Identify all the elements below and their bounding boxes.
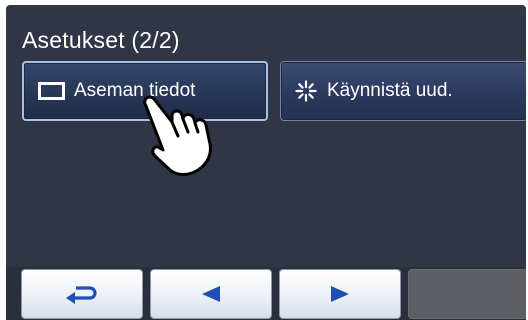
pointing-hand-icon <box>143 95 212 176</box>
rectangle-outline-icon <box>38 82 65 100</box>
disabled-nav-button <box>408 269 526 319</box>
restart-button[interactable]: Käynnistä uud. <box>280 61 526 121</box>
spark-burst-icon <box>295 80 317 102</box>
return-arrow-icon <box>66 286 97 304</box>
previous-page-button[interactable] <box>150 269 272 319</box>
restart-label: Käynnistä uud. <box>327 80 453 101</box>
settings-screen: Asetukset (2/2) Aseman tiedot Käynnistä … <box>6 5 526 320</box>
triangle-right-icon <box>331 286 349 302</box>
triangle-left-icon <box>202 286 220 302</box>
next-page-button[interactable] <box>279 269 401 319</box>
page-title: Asetukset (2/2) <box>22 27 180 53</box>
back-button[interactable] <box>21 269 143 319</box>
